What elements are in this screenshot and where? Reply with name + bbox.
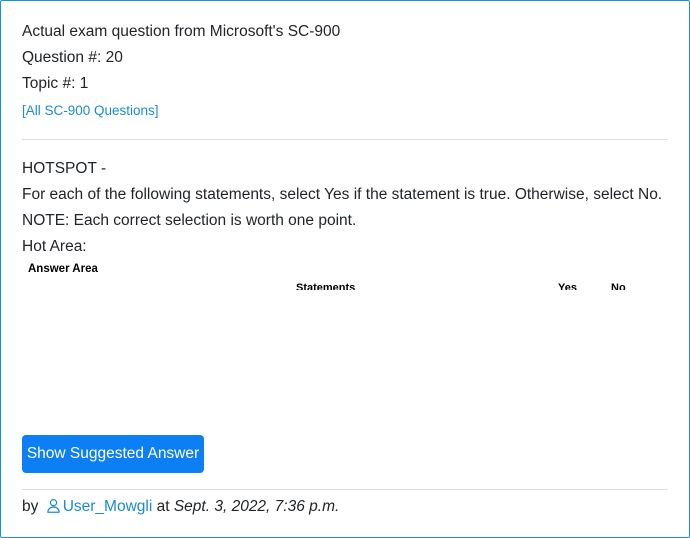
by-label: by <box>22 498 39 515</box>
no-header: No <box>611 283 626 290</box>
answer-area-label: Answer Area <box>28 263 98 275</box>
all-questions-link-wrap: [All SC-900 Questions] <box>22 101 159 121</box>
question-type-label: HOTSPOT - <box>22 160 107 177</box>
question-instruction: For each of the following statements, se… <box>22 186 663 203</box>
footer-divider <box>22 489 668 490</box>
post-timestamp: Sept. 3, 2022, 7:36 p.m. <box>173 498 340 515</box>
exam-title: Actual exam question from Microsoft's SC… <box>22 23 341 40</box>
yes-header: Yes <box>558 283 577 290</box>
username[interactable]: User_Mowgli <box>63 498 153 515</box>
user-link[interactable]: User_Mowgli <box>43 498 153 515</box>
user-outline-icon <box>46 498 61 513</box>
hot-area-label: Hot Area: <box>22 238 87 255</box>
show-suggested-answer-button[interactable]: Show Suggested Answer <box>22 435 204 473</box>
byline: by User_Mowgli at Sept. 3, 2022, 7:36 p.… <box>22 497 339 517</box>
all-questions-link[interactable]: [All SC-900 Questions] <box>22 103 159 118</box>
statements-header: Statements <box>296 283 356 290</box>
topic-number: Topic #: 1 <box>22 75 89 92</box>
question-number: Question #: 20 <box>22 49 123 66</box>
divider <box>22 139 668 140</box>
question-note: NOTE: Each correct selection is worth on… <box>22 212 357 229</box>
at-label: at <box>156 498 170 515</box>
question-card: Actual exam question from Microsoft's SC… <box>0 0 690 538</box>
